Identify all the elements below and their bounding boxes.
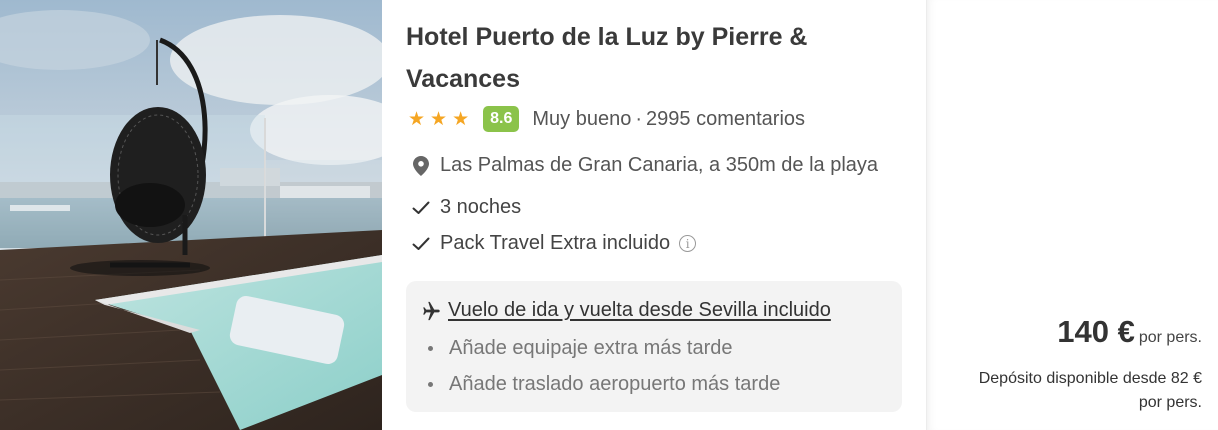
hotel-details: Hotel Puerto de la Luz by Pierre & Vacan…: [382, 0, 926, 430]
rating-separator: ·: [635, 107, 643, 130]
hotel-card[interactable]: Hotel Puerto de la Luz by Pierre & Vacan…: [0, 0, 1218, 430]
price-per-person: por pers.: [1138, 329, 1202, 346]
hotel-name[interactable]: Hotel Puerto de la Luz by Pierre & Vacan…: [406, 16, 906, 100]
hotel-location: Las Palmas de Gran Canaria, a 350m de la…: [410, 154, 878, 177]
deposit-line-1: Depósito disponible desde 82 €: [978, 370, 1202, 387]
pack-text: Pack Travel Extra incluido: [440, 232, 671, 254]
check-icon: [410, 197, 432, 219]
extra-transfer-text: Añade traslado aeropuerto más tarde: [449, 373, 781, 395]
star-icon: ★: [408, 108, 426, 130]
rating-row: ★ ★ ★ 8.6 Muy bueno · 2995 comentarios: [408, 104, 805, 134]
location-text: Las Palmas de Gran Canaria, a 350m de la…: [440, 154, 879, 176]
hotel-photo-image: [0, 0, 382, 430]
rating-summary: Muy bueno · 2995 comentarios: [532, 108, 805, 131]
flight-link[interactable]: Vuelo de ida y vuelta desde Sevilla incl…: [448, 299, 831, 322]
price-amount: 140 €: [1057, 314, 1135, 349]
hotel-photo[interactable]: [0, 0, 382, 430]
pack-feature: Pack Travel Extra incluido i: [410, 232, 697, 255]
plane-icon: [418, 300, 440, 322]
star-icon: ★: [452, 108, 470, 130]
rating-label: Muy bueno: [532, 107, 632, 130]
star-icon: ★: [430, 108, 448, 130]
bullet-dot-icon: [428, 382, 433, 387]
extra-baggage-text: Añade equipaje extra más tarde: [449, 337, 733, 359]
star-rating: ★ ★ ★: [408, 110, 469, 129]
nights-text: 3 noches: [440, 196, 522, 218]
deposit-info: Depósito disponible desde 82 € por pers.: [932, 367, 1202, 415]
deposit-line-2: por pers.: [1138, 394, 1202, 411]
review-count[interactable]: 2995 comentarios: [646, 108, 805, 130]
price-line: 140 € por pers.: [1057, 314, 1202, 350]
flight-info: Vuelo de ida y vuelta desde Sevilla incl…: [418, 299, 831, 322]
nights-feature: 3 noches: [410, 196, 521, 219]
extra-transfer-item: Añade traslado aeropuerto más tarde: [426, 373, 780, 396]
score-badge: 8.6: [483, 106, 520, 132]
extra-baggage-item: Añade equipaje extra más tarde: [426, 337, 733, 360]
flight-box: Vuelo de ida y vuelta desde Sevilla incl…: [406, 281, 902, 412]
info-icon[interactable]: i: [679, 235, 697, 252]
location-pin-icon: [410, 155, 432, 177]
check-icon: [410, 233, 432, 255]
bullet-dot-icon: [428, 346, 433, 351]
price-panel[interactable]: 140 € por pers. Depósito disponible desd…: [926, 0, 1218, 430]
